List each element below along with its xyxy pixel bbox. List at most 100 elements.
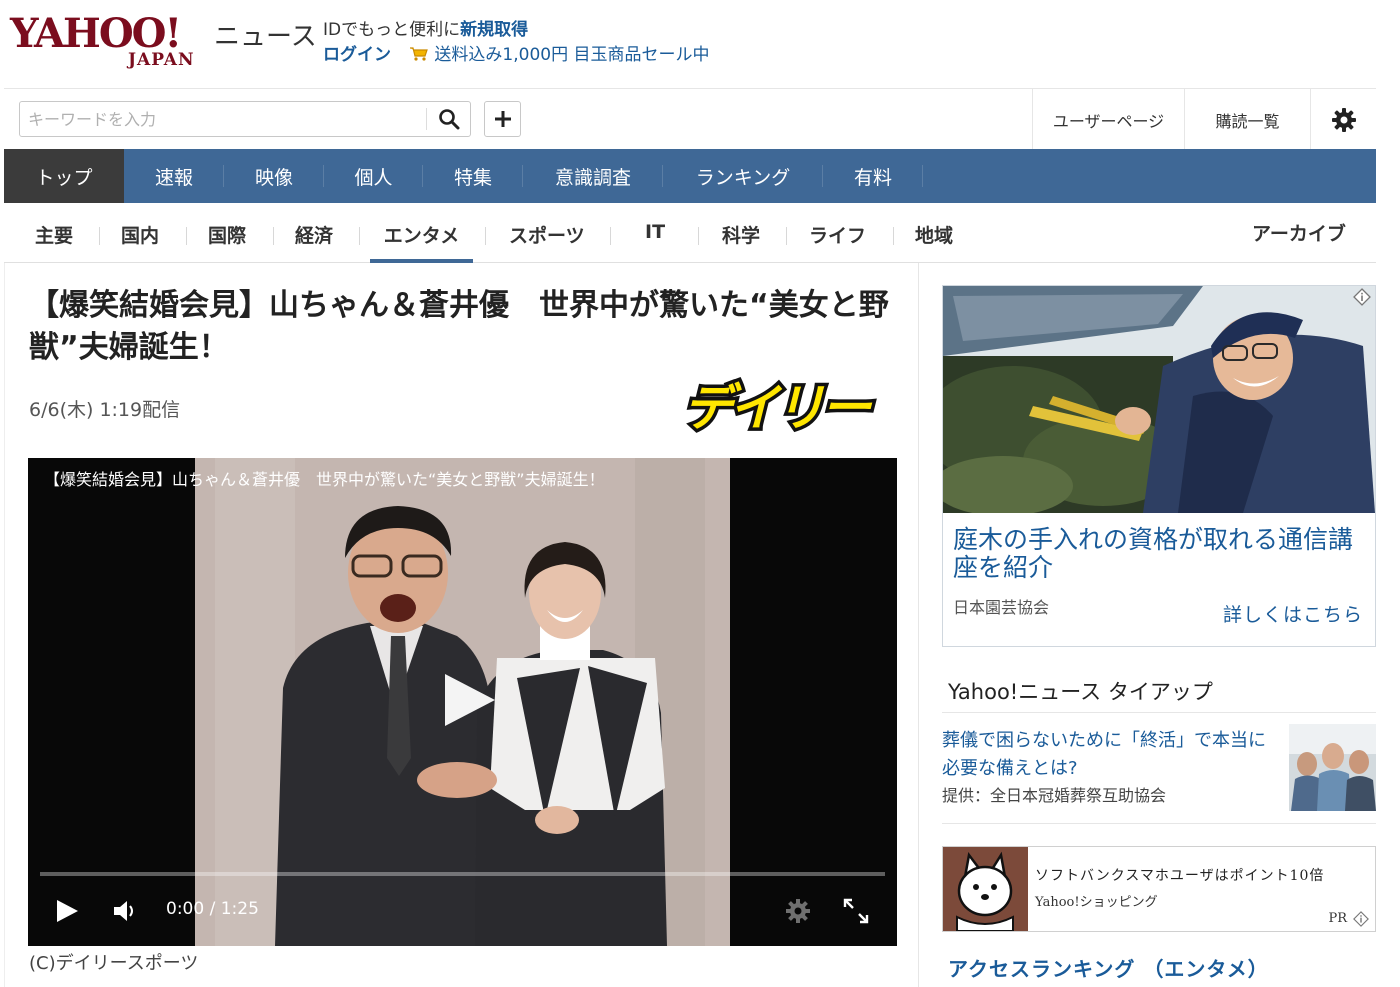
main-nav-tab-feature[interactable]: 特集 xyxy=(423,149,523,203)
register-link[interactable]: 新規取得 xyxy=(460,20,528,40)
category-tab-it[interactable]: IT xyxy=(645,221,665,263)
pr-label: PR xyxy=(1328,911,1347,926)
ad-softbank-sub: Yahoo!ショッピング xyxy=(1035,895,1158,910)
ad-gardening-more-link[interactable]: 詳しくはこちら xyxy=(1223,600,1363,627)
category-tab-domestic[interactable]: 国内 xyxy=(121,221,159,263)
main-nav-tab-survey[interactable]: 意識調査 xyxy=(523,149,663,203)
fullscreen-icon[interactable] xyxy=(841,896,871,926)
archive-link[interactable]: アーカイブ xyxy=(1252,219,1346,261)
search-divider xyxy=(426,108,427,130)
main-nav-tab-label: 有料 xyxy=(853,166,892,189)
login-link[interactable]: ログイン xyxy=(323,45,391,65)
main-nav-tab-top[interactable]: トップ xyxy=(4,149,124,203)
photo-credit: (C)デイリースポーツ xyxy=(29,953,199,974)
play-overlay-icon[interactable] xyxy=(433,670,503,730)
volume-icon[interactable] xyxy=(112,898,138,924)
ad-softbank[interactable]: ソフトバンクスマホユーザはポイント10倍 Yahoo!ショッピング PR xyxy=(942,846,1376,932)
ad-info-icon[interactable] xyxy=(1353,911,1369,927)
category-divider xyxy=(186,227,187,245)
subscriptions-button[interactable]: 購読一覧 xyxy=(1184,89,1310,150)
category-tab-sports[interactable]: スポーツ xyxy=(509,221,585,263)
category-divider xyxy=(610,227,611,245)
main-nav-tab-ranking[interactable]: ランキング xyxy=(663,149,823,203)
white-dog-icon xyxy=(943,847,1028,931)
news-logo-text[interactable]: ニュース xyxy=(214,16,317,53)
category-nav: 主要 国内 国際 経済 エンタメ スポーツ IT 科学 ライフ 地域 アーカイブ xyxy=(4,203,1376,263)
main-nav-tab-paid[interactable]: 有料 xyxy=(823,149,923,203)
category-divider xyxy=(485,227,486,245)
ad-gardening[interactable]: 庭木の手入れの資格が取れる通信講座を紹介 日本園芸協会 詳しくはこちら xyxy=(942,285,1376,647)
category-divider xyxy=(273,227,274,245)
category-divider xyxy=(359,227,360,245)
video-progress-bar[interactable] xyxy=(40,872,885,876)
id-promo: IDでもっと便利に新規取得 xyxy=(323,15,528,40)
search-button[interactable] xyxy=(430,104,468,134)
category-divider xyxy=(786,227,787,245)
ad-softbank-title[interactable]: ソフトバンクスマホユーザはポイント10倍 xyxy=(1035,865,1324,885)
ad-gardening-title[interactable]: 庭木の手入れの資格が取れる通信講座を紹介 xyxy=(953,526,1368,582)
user-tools: ユーザーページ 購読一覧 xyxy=(1032,89,1376,150)
gardener-photo xyxy=(943,286,1375,513)
section-divider xyxy=(942,823,1376,824)
play-icon[interactable] xyxy=(54,898,80,924)
ad-softbank-image xyxy=(943,847,1028,931)
video-title: 【爆笑結婚会見】山ちゃん＆蒼井優 世界中が驚いた“美女と野獣”夫婦誕生！ xyxy=(44,470,605,489)
article-headline: 【爆笑結婚会見】山ちゃん＆蒼井優 世界中が驚いた“美女と野獣”夫婦誕生！ xyxy=(29,288,889,365)
user-page-button[interactable]: ユーザーページ xyxy=(1032,89,1184,150)
sidebar: 庭木の手入れの資格が取れる通信講座を紹介 日本園芸協会 詳しくはこちら Yaho… xyxy=(920,263,1400,987)
main-nav-tab-label: 特集 xyxy=(453,166,492,189)
category-divider xyxy=(99,227,100,245)
access-ranking-title: アクセスランキング （エンタメ） xyxy=(948,957,1269,981)
settings-button[interactable] xyxy=(1310,89,1376,150)
logo-sub-text: JAPAN xyxy=(128,50,195,70)
daily-sports-logo[interactable]: デイリー xyxy=(657,376,893,441)
publish-date: 6/6(木) 1:19配信 xyxy=(29,399,181,421)
id-promo-text: IDでもっと便利に xyxy=(323,20,461,40)
site-header: YAHOO! JAPAN ニュース IDでもっと便利に新規取得 ログイン 送料込… xyxy=(0,0,1400,88)
category-tab-world[interactable]: 国際 xyxy=(208,221,246,263)
main-nav-tab-individual[interactable]: 個人 xyxy=(324,149,423,203)
tieup-article-link[interactable]: 葬儀で困らないために「終活」で本当に必要な備えとは? xyxy=(942,727,1277,783)
main-nav-tab-label: ランキング xyxy=(695,166,791,189)
category-divider xyxy=(698,227,699,245)
category-tab-local[interactable]: 地域 xyxy=(915,221,953,263)
category-tab-economy[interactable]: 経済 xyxy=(295,221,333,263)
tieup-section-title: Yahoo!ニュース タイアップ xyxy=(948,680,1213,704)
video-time: 0:00 / 1:25 xyxy=(166,899,259,919)
video-settings-icon[interactable] xyxy=(785,898,811,924)
main-nav-tab-label: 映像 xyxy=(254,166,293,189)
ad-gardening-image xyxy=(943,286,1375,513)
main-nav-tab-label: 意識調査 xyxy=(554,166,631,189)
category-tab-entertainment[interactable]: エンタメ xyxy=(370,221,473,263)
search-input[interactable] xyxy=(20,102,426,136)
promo-links: ログイン 送料込み1,000円 目玉商品セール中 xyxy=(323,40,709,65)
daily-logo-icon: デイリー xyxy=(680,376,881,441)
category-tab-major[interactable]: 主要 xyxy=(35,221,73,263)
main-nav-tab-label: 速報 xyxy=(154,166,193,189)
plus-icon xyxy=(494,111,511,127)
yahoo-japan-logo[interactable]: YAHOO! JAPAN xyxy=(10,10,210,71)
gear-icon xyxy=(1331,107,1356,132)
main-nav-tab-flash[interactable]: 速報 xyxy=(124,149,224,203)
main-nav-tab-video[interactable]: 映像 xyxy=(224,149,324,203)
main-nav-tab-label: トップ xyxy=(35,166,93,189)
tieup-photo xyxy=(1289,724,1376,811)
ad-info-icon[interactable] xyxy=(1353,288,1371,306)
svg-text:デイリー: デイリー xyxy=(683,379,873,437)
main-nav-tab-label: 個人 xyxy=(354,166,393,189)
search-toolbar: ユーザーページ 購読一覧 xyxy=(4,88,1376,150)
article-main: 【爆笑結婚会見】山ちゃん＆蒼井優 世界中が驚いた“美女と野獣”夫婦誕生！ 6/6… xyxy=(4,263,919,987)
category-tab-life[interactable]: ライフ xyxy=(809,221,866,263)
category-divider xyxy=(893,227,894,245)
shopping-promo-link[interactable]: 送料込み1,000円 目玉商品セール中 xyxy=(434,45,709,65)
category-tab-science[interactable]: 科学 xyxy=(722,221,760,263)
tieup-thumbnail[interactable] xyxy=(1289,724,1376,811)
main-nav: トップ 速報 映像 個人 特集 意識調査 ランキング 有料 xyxy=(4,149,1376,203)
ad-gardening-sponsor: 日本園芸協会 xyxy=(953,598,1050,617)
cart-icon xyxy=(410,47,429,61)
add-button[interactable] xyxy=(484,101,521,137)
section-divider xyxy=(942,712,1376,713)
logo-main-text: YAHOO! xyxy=(10,10,182,57)
tieup-source: 提供：全日本冠婚葬祭互助協会 xyxy=(942,786,1167,805)
video-player[interactable]: 【爆笑結婚会見】山ちゃん＆蒼井優 世界中が驚いた“美女と野獣”夫婦誕生！ 0:0… xyxy=(28,458,897,946)
